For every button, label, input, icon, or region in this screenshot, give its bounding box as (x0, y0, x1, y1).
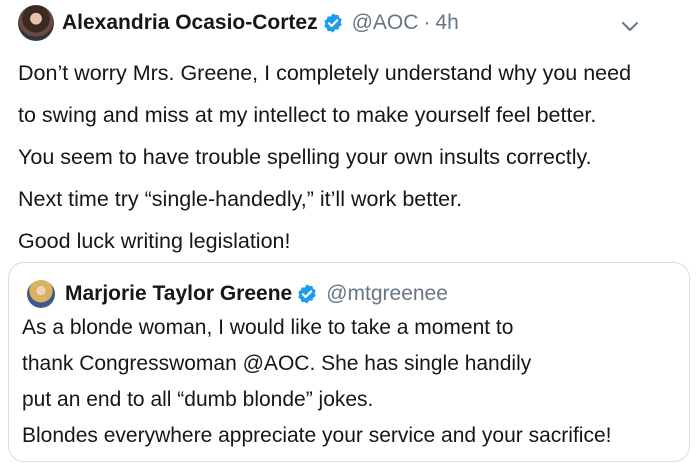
avatar[interactable] (18, 5, 54, 41)
chevron-down-icon[interactable] (620, 16, 640, 36)
verified-badge-icon (298, 284, 316, 304)
quoted-tweet[interactable]: Marjorie Taylor Greene @mtgreenee As a b… (8, 262, 690, 462)
quoted-avatar (27, 280, 55, 308)
quoted-tweet-header: Marjorie Taylor Greene @mtgreenee (27, 277, 448, 311)
quoted-tweet-text: As a blonde woman, I would like to take … (22, 310, 682, 454)
quoted-author-handle: @mtgreenee (326, 282, 448, 305)
author-name[interactable]: Alexandria Ocasio-Cortez (62, 11, 318, 35)
quoted-author-name: Marjorie Taylor Greene (65, 282, 293, 305)
author-handle[interactable]: @AOC (352, 11, 419, 35)
verified-badge-icon (323, 13, 342, 33)
tweet-header: Alexandria Ocasio-Cortez @AOC · 4h (18, 3, 682, 43)
quoted-text-line: put an end to all “dumb blonde” jokes. (22, 388, 374, 411)
quoted-text-line: As a blonde woman, I would like to take … (22, 316, 514, 339)
quoted-text-line: Blondes everywhere appreciate your servi… (22, 424, 612, 447)
quoted-text-line: thank Congresswoman @AOC. She has single… (22, 352, 532, 375)
tweet-text-line: to swing and miss at my intellect to mak… (18, 103, 597, 127)
tweet: Alexandria Ocasio-Cortez @AOC · 4h Don’t… (0, 0, 700, 470)
timestamp[interactable]: 4h (435, 11, 458, 35)
tweet-text-line: Good luck writing legislation! (18, 229, 291, 253)
tweet-text: Don’t worry Mrs. Greene, I completely un… (18, 52, 688, 262)
tweet-text-line: Next time try “single-handedly,” it’ll w… (18, 187, 463, 211)
separator-dot: · (423, 11, 431, 34)
tweet-text-line: Don’t worry Mrs. Greene, I completely un… (18, 61, 632, 85)
tweet-text-line: You seem to have trouble spelling your o… (18, 145, 592, 169)
